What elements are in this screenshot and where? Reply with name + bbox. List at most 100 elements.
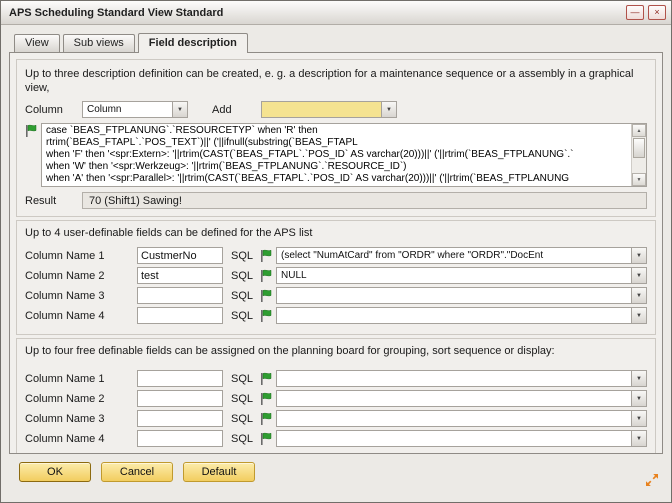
description-sql-editor[interactable]: case `BEAS_FTPLANUNG`.`RESOURCETYP` when… [41, 123, 647, 187]
code-line: rtrim(`BEAS_FTAPL`.`POS_TEXT`)||' ('||if… [46, 137, 628, 149]
add-label: Add [212, 104, 261, 116]
minimize-button[interactable]: — [626, 5, 644, 20]
free-sql-combo-1[interactable]: ▼ [276, 370, 647, 387]
formatted-search-flag-icon[interactable] [260, 372, 276, 386]
formatted-search-flag-icon[interactable] [260, 289, 276, 303]
formatted-search-flag-icon[interactable] [260, 269, 276, 283]
sql-label: SQL [231, 393, 260, 405]
code-line: when 'A' then '<spr:Parallel>: '||rtrim(… [46, 173, 628, 185]
aps-column-name-1-input[interactable] [137, 247, 223, 264]
close-icon: × [654, 8, 659, 17]
free-column-name-2-input[interactable] [137, 390, 223, 407]
column-name-3-label: Column Name 3 [25, 413, 137, 425]
aps-sql-combo-2-value: NULL [281, 270, 630, 281]
dropdown-arrow-icon[interactable]: ▼ [631, 371, 646, 386]
column-name-1-label: Column Name 1 [25, 250, 137, 262]
column-name-4-label: Column Name 4 [25, 433, 137, 445]
description-definition-group: Up to three description definition can b… [16, 59, 656, 217]
tab-field-description[interactable]: Field description [138, 33, 248, 53]
aps-list-fields-group: Up to 4 user-definable fields can be def… [16, 220, 656, 335]
scrollbar-thumb[interactable] [633, 138, 645, 158]
free-sql-combo-4[interactable]: ▼ [276, 430, 647, 447]
tab-strip: View Sub views Field description [1, 25, 671, 52]
free-field-row-4: Column Name 4 SQL ▼ [25, 430, 647, 447]
free-sql-combo-2[interactable]: ▼ [276, 390, 647, 407]
dropdown-arrow-icon[interactable]: ▼ [631, 268, 646, 283]
section3-heading: Up to four free definable fields can be … [25, 345, 647, 357]
column-add-row: Column Column ▼ Add ▼ [25, 101, 647, 118]
sql-label: SQL [231, 270, 260, 282]
formatted-search-flag-icon[interactable] [260, 432, 276, 446]
planning-board-fields-group: Up to four free definable fields can be … [16, 338, 656, 454]
column-combo[interactable]: Column ▼ [82, 101, 188, 118]
section1-description-text: Up to three description definition can b… [25, 67, 645, 95]
result-row: Result 70 (Shift1) Sawing! [25, 192, 647, 209]
column-combo-value: Column [87, 104, 171, 115]
free-field-row-1: Column Name 1 SQL ▼ [25, 370, 647, 387]
free-column-name-3-input[interactable] [137, 410, 223, 427]
code-line: when 'F' then '<spr:Extern>: '||rtrim(CA… [46, 149, 628, 161]
window-title: APS Scheduling Standard View Standard [9, 7, 622, 19]
code-line: case `BEAS_FTPLANUNG`.`RESOURCETYP` when… [46, 125, 628, 137]
free-column-name-4-input[interactable] [137, 430, 223, 447]
sql-label: SQL [231, 290, 260, 302]
close-button[interactable]: × [648, 5, 666, 20]
dropdown-arrow-icon[interactable]: ▼ [381, 102, 396, 117]
scroll-down-icon[interactable]: ▼ [632, 173, 646, 186]
aps-field-row-1: Column Name 1 SQL (select "NumAtCard" fr… [25, 247, 647, 264]
formatted-search-flag-icon[interactable] [260, 412, 276, 426]
aps-sql-combo-2[interactable]: NULL ▼ [276, 267, 647, 284]
expand-form-icon[interactable] [644, 472, 660, 491]
footer: OK Cancel Default [1, 454, 671, 502]
aps-field-row-4: Column Name 4 SQL ▼ [25, 307, 647, 324]
dropdown-arrow-icon[interactable]: ▼ [631, 431, 646, 446]
column-label: Column [25, 104, 82, 116]
aps-sql-combo-4[interactable]: ▼ [276, 307, 647, 324]
column-name-2-label: Column Name 2 [25, 393, 137, 405]
tab-sub-views[interactable]: Sub views [63, 34, 135, 52]
free-field-row-3: Column Name 3 SQL ▼ [25, 410, 647, 427]
default-button[interactable]: Default [183, 462, 255, 482]
aps-sql-combo-1-value: (select "NumAtCard" from "ORDR" where "O… [281, 250, 630, 261]
cancel-button[interactable]: Cancel [101, 462, 173, 482]
tab-view[interactable]: View [14, 34, 60, 52]
aps-sql-combo-3[interactable]: ▼ [276, 287, 647, 304]
column-name-4-label: Column Name 4 [25, 310, 137, 322]
sql-label: SQL [231, 433, 260, 445]
dropdown-arrow-icon[interactable]: ▼ [631, 411, 646, 426]
minimize-icon: — [631, 8, 640, 17]
title-bar[interactable]: APS Scheduling Standard View Standard — … [1, 1, 671, 25]
free-column-name-1-input[interactable] [137, 370, 223, 387]
aps-column-name-4-input[interactable] [137, 307, 223, 324]
aps-column-name-3-input[interactable] [137, 287, 223, 304]
result-field: 70 (Shift1) Sawing! [82, 192, 647, 209]
aps-column-name-2-input[interactable] [137, 267, 223, 284]
sql-label: SQL [231, 413, 260, 425]
formatted-search-flag-icon[interactable] [260, 309, 276, 323]
description-sql-row: case `BEAS_FTPLANUNG`.`RESOURCETYP` when… [25, 123, 647, 187]
column-name-3-label: Column Name 3 [25, 290, 137, 302]
column-name-1-label: Column Name 1 [25, 373, 137, 385]
vertical-scrollbar[interactable]: ▲ ▼ [631, 124, 646, 186]
scroll-up-icon[interactable]: ▲ [632, 124, 646, 137]
dropdown-arrow-icon[interactable]: ▼ [631, 308, 646, 323]
free-field-row-2: Column Name 2 SQL ▼ [25, 390, 647, 407]
free-sql-combo-3[interactable]: ▼ [276, 410, 647, 427]
aps-scheduling-dialog: APS Scheduling Standard View Standard — … [0, 0, 672, 503]
add-combo[interactable]: ▼ [261, 101, 397, 118]
formatted-search-flag-icon[interactable] [25, 124, 41, 138]
dropdown-arrow-icon[interactable]: ▼ [172, 102, 187, 117]
formatted-search-flag-icon[interactable] [260, 249, 276, 263]
formatted-search-flag-icon[interactable] [260, 392, 276, 406]
column-name-2-label: Column Name 2 [25, 270, 137, 282]
result-value: 70 (Shift1) Sawing! [89, 195, 182, 207]
dropdown-arrow-icon[interactable]: ▼ [631, 248, 646, 263]
sql-label: SQL [231, 250, 260, 262]
aps-sql-combo-1[interactable]: (select "NumAtCard" from "ORDR" where "O… [276, 247, 647, 264]
sql-label: SQL [231, 310, 260, 322]
dropdown-arrow-icon[interactable]: ▼ [631, 391, 646, 406]
result-label: Result [25, 195, 82, 207]
code-line: when 'W' then '<spr:Werkzeug>: '||rtrim(… [46, 161, 628, 173]
ok-button[interactable]: OK [19, 462, 91, 482]
dropdown-arrow-icon[interactable]: ▼ [631, 288, 646, 303]
